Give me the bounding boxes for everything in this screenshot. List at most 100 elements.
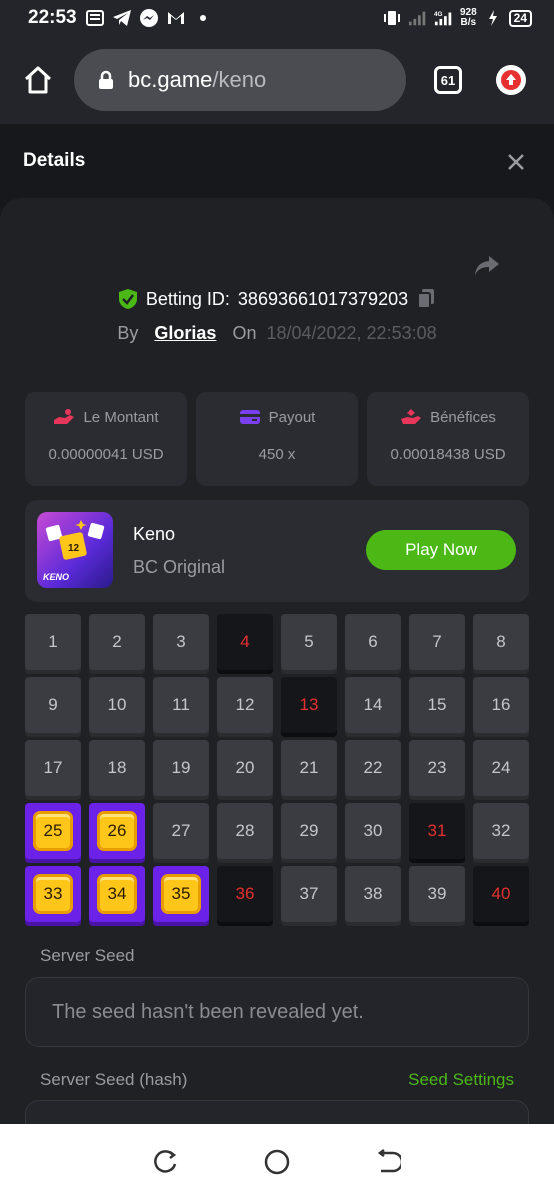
stat-label-row: Payout [196,408,358,426]
news-icon [85,9,105,27]
recents-button[interactable] [151,1147,181,1177]
play-now-button[interactable]: Play Now [366,530,516,570]
back-button[interactable] [373,1147,403,1177]
betting-id-row: Betting ID: 38693661017379203 [0,288,554,310]
url-host: bc.game [128,67,213,92]
share-icon [475,256,499,275]
address-bar[interactable]: bc.game/keno [74,49,406,111]
keno-cell: 11 [153,677,209,733]
by-row: By Glorias On 18/04/2022, 22:53:08 [0,323,554,344]
close-button[interactable] [502,148,530,176]
stat-value: 0.00018438 USD [390,446,506,463]
charging-icon [483,9,503,27]
svg-text:12: 12 [68,543,80,554]
home-icon [24,66,52,94]
home-circle-icon [264,1149,290,1175]
keno-cell: 15 [409,677,465,733]
keno-cell: 22 [345,740,401,796]
stat-label: Bénéfices [430,408,496,426]
speed-unit: B/s [460,17,477,28]
stat-payout: Payout 450 x [196,392,358,486]
keno-cell: 2 [89,614,145,670]
keno-cell-drawn: 40 [473,866,529,922]
url-text: bc.game/keno [128,67,266,93]
keno-cell-hit: 35 [153,866,209,922]
server-seed-field: The seed hasn't been revealed yet. [25,977,529,1047]
system-nav-bar [0,1124,554,1200]
keno-cell: 10 [89,677,145,733]
keno-cell-hit: 26 [89,803,145,859]
keno-cell: 6 [345,614,401,670]
stats-row: Le Montant 0.00000041 USD Payout 450 x B… [25,392,529,486]
network-speed: 928 B/s [460,8,477,28]
betting-id-label: Betting ID: [145,288,230,309]
keno-cell: 28 [217,803,273,859]
lock-icon [99,70,113,89]
messenger-icon [139,9,159,27]
hit-gem-number: 34 [97,874,137,914]
keno-cell: 37 [281,866,337,922]
stat-label: Payout [268,408,316,426]
stat-value: 0.00000041 USD [48,446,164,463]
username-link[interactable]: Glorias [154,323,216,344]
keno-cell: 30 [345,803,401,859]
notification-icons [85,9,213,27]
status-bar: 22:53 4G 928 B/s 24 [0,0,554,36]
game-provider: BC Original [133,557,226,577]
keno-cell: 1 [25,614,81,670]
status-time: 22:53 [28,7,77,28]
game-card: 12 KENO Keno BC Original Play Now [25,500,529,602]
keno-cell: 32 [473,803,529,859]
hit-gem-number: 26 [97,811,137,851]
keno-cell: 27 [153,803,209,859]
coin-hand-icon [54,409,75,424]
keno-cell: 3 [153,614,209,670]
share-button[interactable] [472,250,502,280]
on-label: On [232,323,257,343]
vibrate-icon [382,9,402,27]
close-icon [508,154,524,170]
details-header: Details [0,124,554,200]
by-label: By [117,323,139,343]
keno-cell-drawn: 36 [217,866,273,922]
stat-amount: Le Montant 0.00000041 USD [25,392,187,486]
details-title: Details [23,150,86,171]
bet-details-card: Betting ID: 38693661017379203 By Glorias… [0,198,554,1124]
wallet-icon [239,410,260,424]
copy-icon[interactable] [416,288,436,310]
keno-cell: 12 [217,677,273,733]
browser-toolbar: bc.game/keno 61 [0,36,554,124]
tab-switcher-button[interactable]: 61 [434,66,462,94]
home-nav-button[interactable] [262,1147,292,1177]
keno-cell: 24 [473,740,529,796]
keno-cell-hit: 34 [89,866,145,922]
verified-shield-icon [118,289,137,309]
profit-hand-icon [401,409,422,424]
server-seed-hash-label: Server Seed (hash) [40,1070,188,1089]
seed-settings-link[interactable]: Seed Settings [408,1070,514,1090]
keno-cell-drawn: 13 [281,677,337,733]
keno-cell: 14 [345,677,401,733]
keno-cell: 16 [473,677,529,733]
stat-value: 450 x [258,446,296,463]
back-icon [378,1149,402,1173]
betting-id: 38693661017379203 [237,288,409,309]
hit-gem-number: 33 [33,874,73,914]
svg-text:4G: 4G [434,11,443,18]
recents-icon [153,1150,176,1173]
url-path: /keno [212,67,267,92]
gmail-icon [166,9,186,27]
dot-icon [193,9,213,27]
hit-gem-number: 25 [33,811,73,851]
keno-thumbnail[interactable]: 12 KENO [37,512,113,588]
stat-label-row: Le Montant [25,408,187,426]
keno-grid: 1 2 3 4 5 6 7 8 9 10 11 12 13 14 15 16 17 18 19 20 21 22 23 24 2… [25,614,529,922]
home-button[interactable] [20,62,56,98]
keno-cell: 20 [217,740,273,796]
signal-4g-icon: 4G [434,9,454,27]
update-button[interactable] [496,65,526,95]
battery-level: 24 [508,9,532,27]
hit-gem-number: 35 [161,874,201,914]
keno-cell: 18 [89,740,145,796]
keno-cell: 39 [409,866,465,922]
